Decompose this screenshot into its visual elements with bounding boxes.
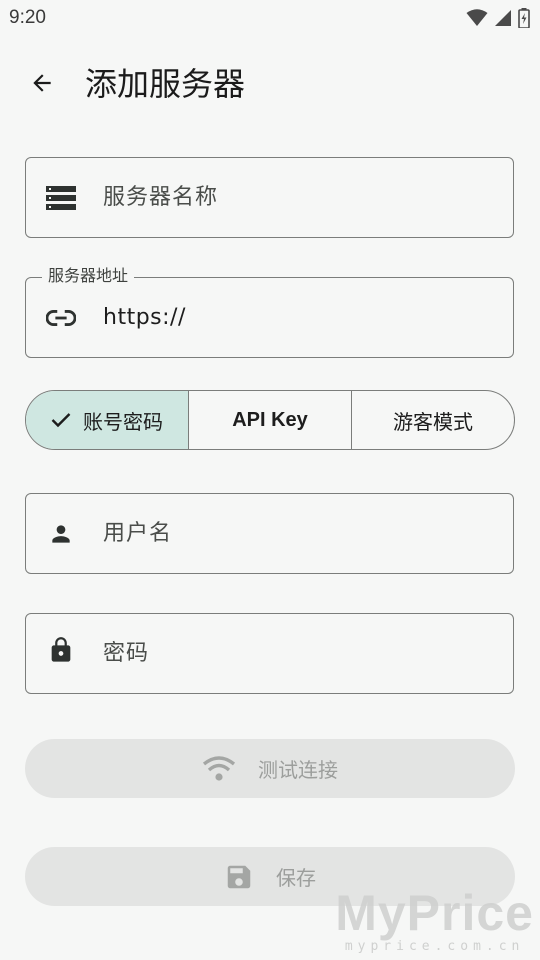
test-connection-button[interactable]: 测试连接 [25,739,515,798]
status-time: 9:20 [9,7,46,28]
auth-mode-selector: 账号密码 API Key 游客模式 [25,390,515,450]
password-field[interactable]: 密码 [25,613,514,694]
server-list-icon [46,186,76,210]
auth-option-label: API Key [232,408,308,431]
watermark-logo: MyPrice [335,885,534,941]
username-placeholder: 用户名 [103,521,173,546]
username-field[interactable]: 用户名 [25,493,514,574]
watermark-url: myprice.com.cn [344,939,525,954]
wifi-icon [202,755,236,782]
link-icon [46,306,76,330]
server-address-label: 服务器地址 [42,265,135,287]
save-icon [224,862,254,892]
test-connection-label: 测试连接 [258,758,338,782]
arrow-back-icon [29,70,55,100]
signal-icon [494,9,512,27]
password-placeholder: 密码 [103,641,150,666]
auth-option-label: 游客模式 [393,409,473,434]
auth-option-label: 账号密码 [83,409,163,434]
back-button[interactable] [22,65,62,105]
server-address-value: https:// [103,305,186,330]
status-icons [466,8,530,28]
server-name-field[interactable]: 服务器名称 [25,157,514,238]
save-label: 保存 [276,866,316,890]
server-name-placeholder: 服务器名称 [103,185,219,210]
page-title: 添加服务器 [85,65,246,103]
auth-option-account-password[interactable]: 账号密码 [26,391,188,449]
lock-icon [46,637,76,662]
wifi-icon [466,9,488,27]
person-icon [46,522,76,546]
server-address-field[interactable]: 服务器地址 https:// [25,265,514,358]
battery-icon [518,8,530,28]
check-icon [51,412,71,428]
auth-option-guest[interactable]: 游客模式 [351,391,514,449]
auth-option-api-key[interactable]: API Key [188,391,351,449]
watermark: MyPrice myprice.com.cn [335,887,534,954]
app-bar: 添加服务器 [0,52,540,116]
status-bar: 9:20 [0,0,540,36]
